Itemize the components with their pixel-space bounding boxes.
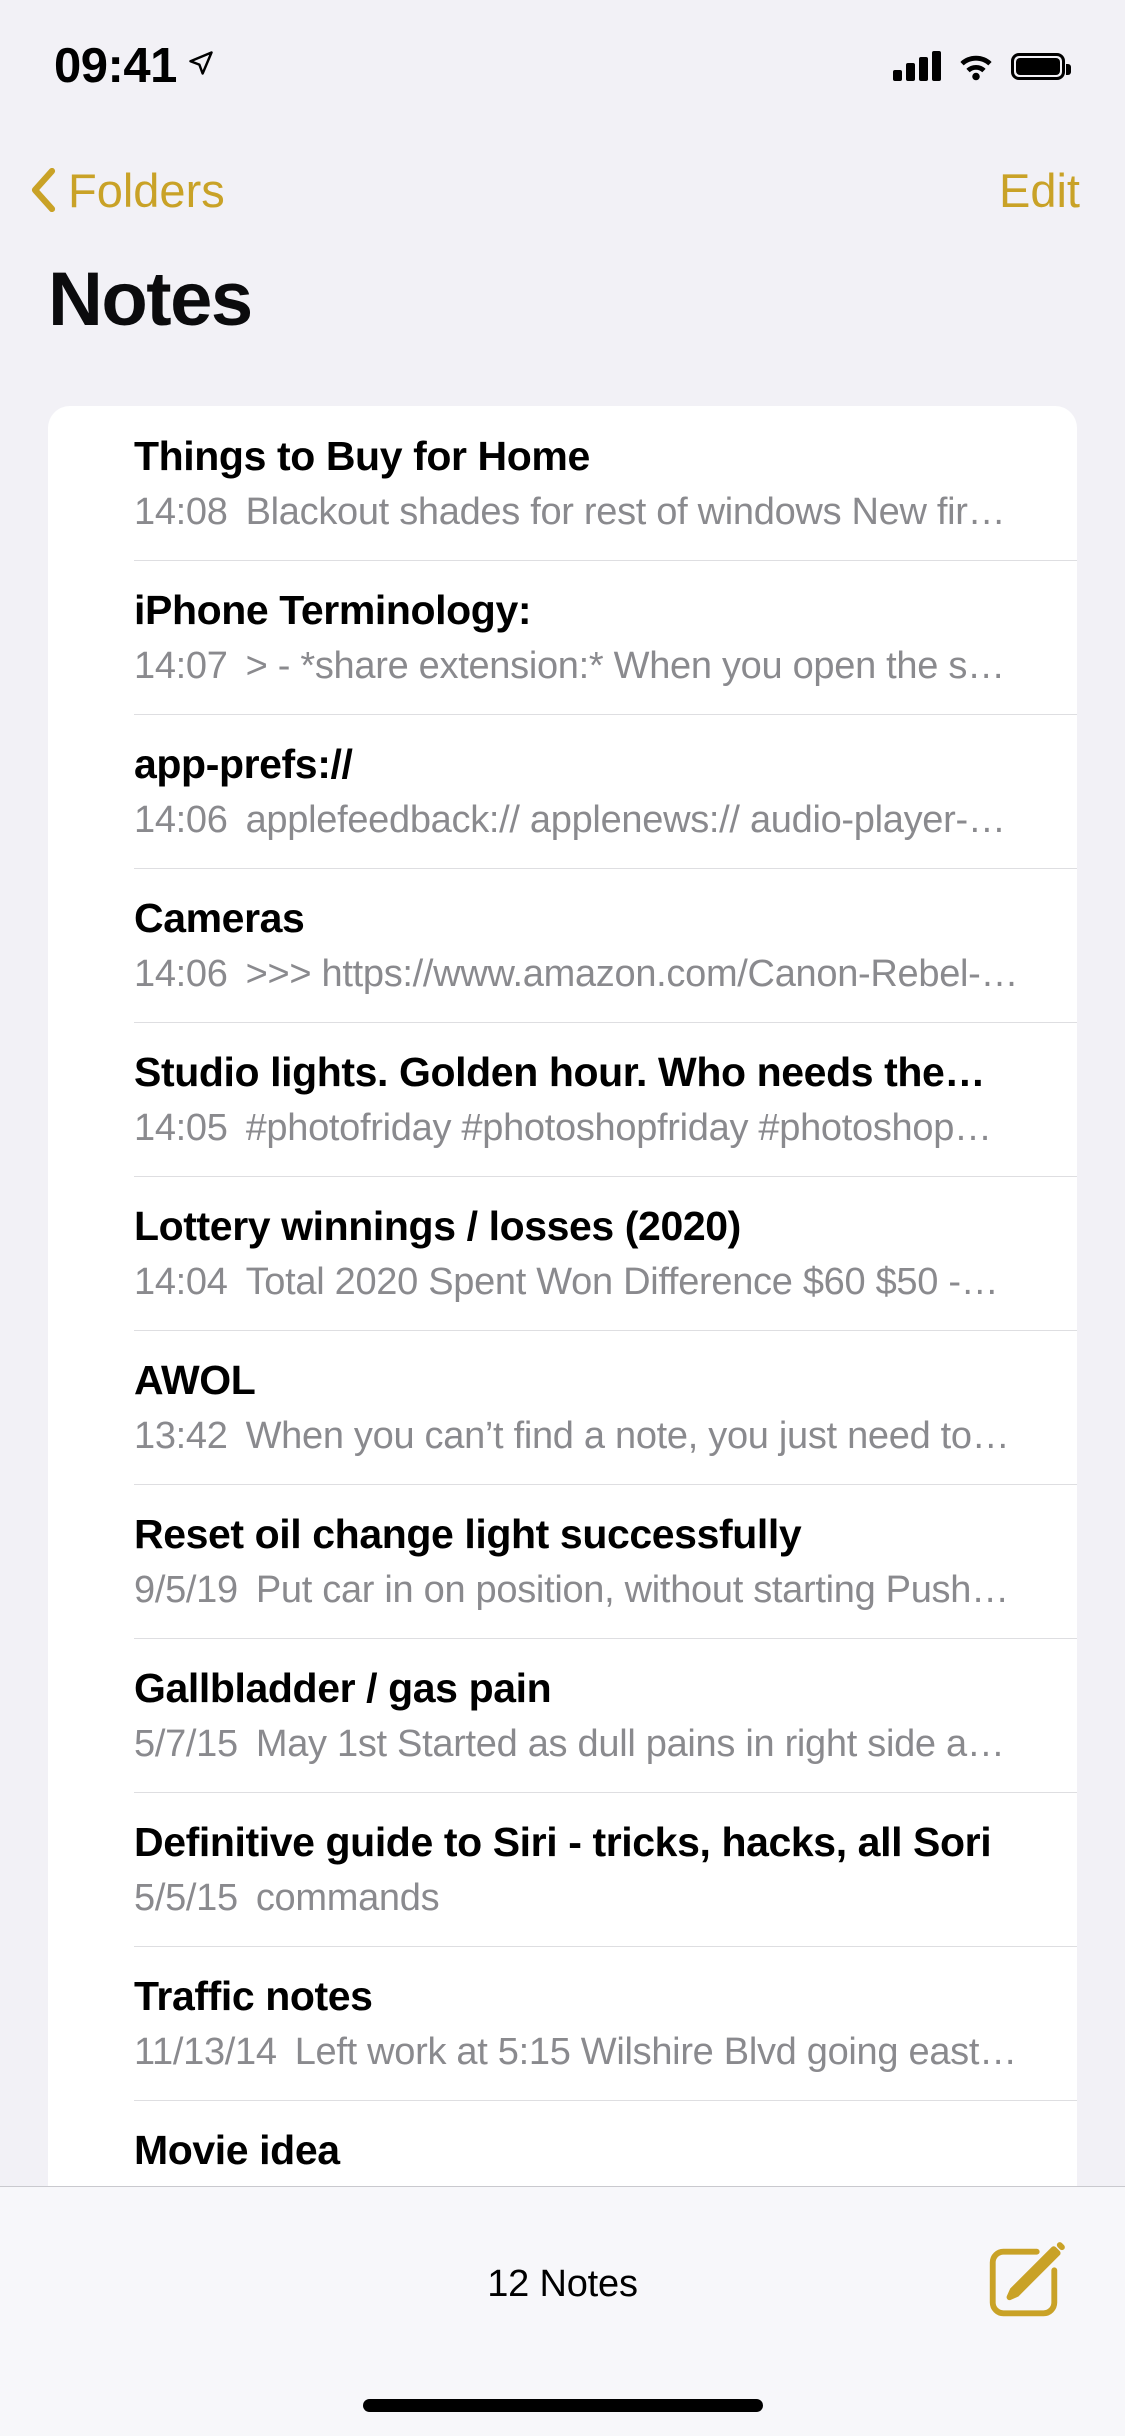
note-title: Lottery winnings / losses (2020) [134,1202,741,1249]
note-title: Reset oil change light successfully [134,1510,802,1557]
note-subtitle: 14:06 applefeedback:// applenews:// audi… [134,798,1025,844]
note-title: iPhone Terminology: [134,586,532,633]
note-list-item[interactable]: Gallbladder / gas pain 5/7/15 May 1st St… [48,1637,1077,1792]
note-snippet: commands [255,1877,440,1920]
navigation-bar: Folders Edit [0,132,1125,248]
home-indicator [362,2399,763,2412]
battery-full-icon [1011,52,1071,80]
note-subtitle: 14:08 Blackout shades for rest of window… [134,490,1025,536]
note-snippet: Put car in on position, without starting… [255,1569,1009,1612]
note-list-item[interactable]: iPhone Terminology: 14:07 > - *share ext… [48,559,1077,714]
note-list-item[interactable]: Movie idea [48,2099,1077,2186]
note-subtitle: 13:42 When you can’t find a note, you ju… [134,1414,1025,1460]
page-title: Notes [48,257,253,342]
note-title: Gallbladder / gas pain [134,1664,552,1711]
note-date: 5/7/15 [134,1723,238,1766]
note-date: 14:08 [134,491,228,534]
note-date: 14:04 [134,1261,228,1304]
notes-count-label: 12 Notes [487,2263,638,2305]
note-title: app-prefs:// [134,740,353,787]
status-time: 09:41 [54,38,177,93]
status-bar: 09:41 [0,0,1125,132]
compose-note-icon[interactable] [981,2239,1067,2325]
notes-app-screen: 09:41 Folders Edit Notes Things to Buy f… [0,0,1125,2436]
bottom-toolbar: 12 Notes [0,2186,1125,2436]
note-snippet: >>> https://www.amazon.com/Canon-Rebel-… [245,953,1019,996]
note-subtitle: 14:04 Total 2020 Spent Won Difference $6… [134,1260,1025,1306]
note-snippet: Blackout shades for rest of windows New … [245,491,1006,534]
note-snippet: Total 2020 Spent Won Difference $60 $50 … [245,1261,999,1304]
note-subtitle: 11/13/14 Left work at 5:15 Wilshire Blvd… [134,2030,1025,2076]
location-arrow-icon [189,51,213,75]
status-bar-left: 09:41 [54,38,215,93]
note-title: AWOL [134,1356,256,1403]
note-date: 5/5/15 [134,1877,238,1920]
note-title: Definitive guide to Siri - tricks, hacks… [134,1818,992,1865]
note-list-item[interactable]: AWOL 13:42 When you can’t find a note, y… [48,1329,1077,1484]
note-date: 14:06 [134,953,228,996]
chevron-left-icon [31,168,56,212]
edit-button[interactable]: Edit [999,167,1080,214]
note-subtitle: 5/5/15 commands [134,1876,1025,1922]
note-subtitle: 14:05 #photofriday #photoshopfriday #pho… [134,1106,1025,1152]
note-list-item[interactable]: Lottery winnings / losses (2020) 14:04 T… [48,1175,1077,1330]
note-list-item[interactable]: Studio lights. Golden hour. Who needs th… [48,1021,1077,1176]
note-subtitle: 9/5/19 Put car in on position, without s… [134,1568,1025,1614]
note-title: Traffic notes [134,1972,373,2019]
note-title: Cameras [134,894,305,941]
note-date: 14:06 [134,799,228,842]
cellular-bars-icon [893,51,941,81]
note-snippet: > - *share extension:* When you open the… [245,645,1025,688]
note-title: Movie idea [134,2126,340,2173]
note-subtitle: 5/7/15 May 1st Started as dull pains in … [134,1722,1025,1768]
note-subtitle: 14:07 > - *share extension:* When you op… [134,644,1025,690]
note-date: 11/13/14 [134,2031,277,2074]
note-date: 9/5/19 [134,1569,238,1612]
back-button-label: Folders [68,163,225,217]
note-list-item[interactable]: Reset oil change light successfully 9/5/… [48,1483,1077,1638]
note-snippet: #photofriday #photoshopfriday #photoshop… [245,1107,992,1150]
status-bar-right [893,51,1071,81]
note-title: Studio lights. Golden hour. Who needs th… [134,1048,986,1095]
note-subtitle: 14:06 >>> https://www.amazon.com/Canon-R… [134,952,1025,998]
note-snippet: When you can’t find a note, you just nee… [245,1415,1010,1458]
note-date: 14:05 [134,1107,228,1150]
note-list-item[interactable]: app-prefs:// 14:06 applefeedback:// appl… [48,713,1077,868]
note-list-item[interactable]: Traffic notes 11/13/14 Left work at 5:15… [48,1945,1077,2100]
note-list-item[interactable]: Cameras 14:06 >>> https://www.amazon.com… [48,867,1077,1022]
note-list-item[interactable]: Things to Buy for Home 14:08 Blackout sh… [48,406,1077,560]
note-snippet: May 1st Started as dull pains in right s… [255,1723,1005,1766]
notes-list: Things to Buy for Home 14:08 Blackout sh… [48,406,1077,2186]
note-snippet: applefeedback:// applenews:// audio-play… [245,799,1006,842]
wifi-icon [960,55,992,81]
note-date: 13:42 [134,1415,228,1458]
note-title: Things to Buy for Home [134,433,590,479]
note-snippet: Left work at 5:15 Wilshire Blvd going ea… [294,2031,1017,2074]
note-list-item[interactable]: Definitive guide to Siri - tricks, hacks… [48,1791,1077,1946]
back-to-folders-button[interactable]: Folders [30,167,225,214]
note-date: 14:07 [134,645,228,688]
